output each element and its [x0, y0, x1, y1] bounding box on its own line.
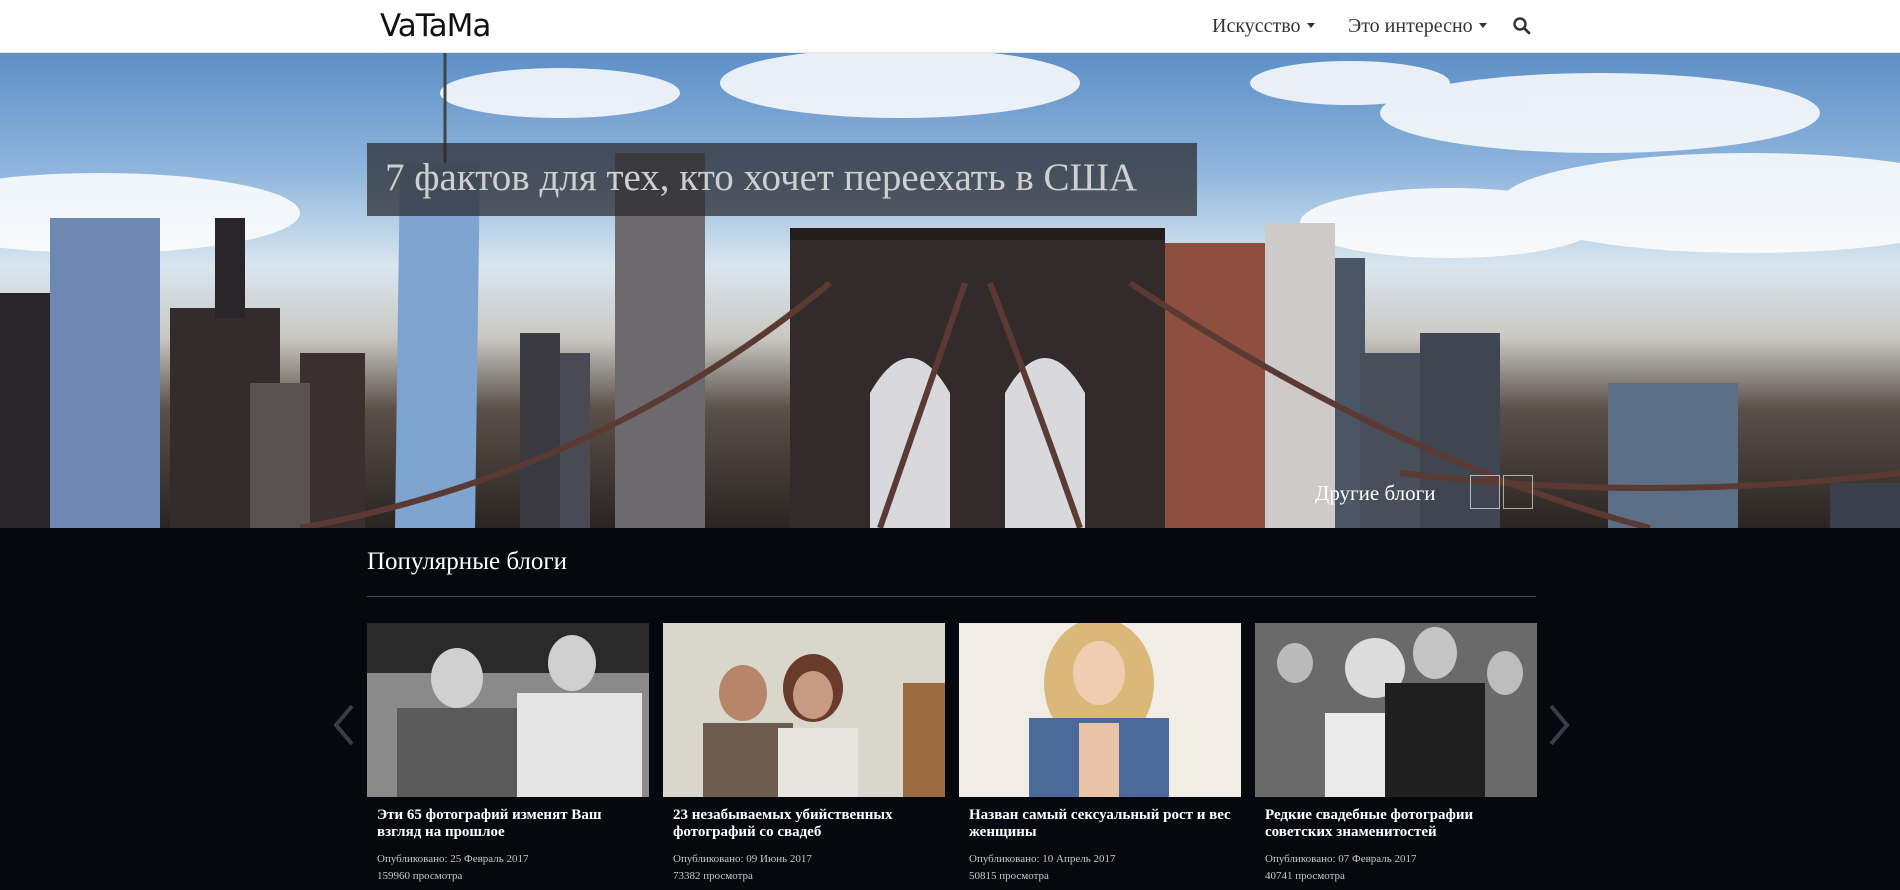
chevron-left-icon[interactable]: [330, 700, 360, 750]
blog-card-image[interactable]: [367, 623, 649, 797]
blog-card-views: 40741 просмотра: [1265, 870, 1345, 882]
site-logo[interactable]: VaTaMa: [380, 8, 491, 44]
blog-card-views: 159960 просмотра: [377, 870, 463, 882]
hero-title[interactable]: 7 фактов для тех, кто хочет переехать в …: [385, 155, 1137, 200]
divider: [367, 596, 1536, 597]
chevron-down-icon: [1478, 22, 1487, 28]
nav-item-art-label: Искусство: [1212, 15, 1301, 37]
blog-card-image[interactable]: [1255, 623, 1537, 797]
nav-item-interesting-label: Это интересно: [1348, 15, 1473, 37]
blog-card-title[interactable]: Назван самый сексуальный рост и вес женщ…: [969, 807, 1231, 841]
other-blogs-link[interactable]: Другие блоги: [1315, 481, 1435, 506]
blog-card[interactable]: Назван самый сексуальный рост и вес женщ…: [959, 623, 1241, 885]
blog-card[interactable]: Эти 65 фотографий изменят Ваш взгляд на …: [367, 623, 649, 885]
blog-card[interactable]: Редкие свадебные фотографии советских зн…: [1255, 623, 1537, 885]
hero-title-box[interactable]: 7 фактов для тех, кто хочет переехать в …: [367, 143, 1197, 216]
nav-item-interesting[interactable]: Это интересно: [1348, 15, 1487, 38]
hero-banner[interactable]: 7 фактов для тех, кто хочет переехать в …: [0, 53, 1900, 528]
blog-card-published: Опубликовано: 10 Апрель 2017: [969, 853, 1116, 865]
chevron-right-icon[interactable]: [1543, 700, 1573, 750]
hero-image: [0, 53, 1900, 528]
site-header: VaTaMa Искусство Это интересно: [0, 0, 1900, 53]
section-title: Популярные блоги: [367, 548, 568, 575]
blog-card-image[interactable]: [663, 623, 945, 797]
hero-next-button[interactable]: [1503, 475, 1533, 509]
blog-card-title[interactable]: 23 незабываемых убийственных фотографий …: [673, 807, 935, 841]
blog-card-image[interactable]: [959, 623, 1241, 797]
blog-card-title[interactable]: Эти 65 фотографий изменят Ваш взгляд на …: [377, 807, 639, 841]
chevron-down-icon: [1306, 22, 1315, 28]
blog-card-title[interactable]: Редкие свадебные фотографии советских зн…: [1265, 807, 1527, 841]
blog-card-published: Опубликовано: 09 Июнь 2017: [673, 853, 812, 865]
blog-card-views: 73382 просмотра: [673, 870, 753, 882]
search-icon[interactable]: [1512, 16, 1532, 36]
blog-card-views: 50815 просмотра: [969, 870, 1049, 882]
blog-card-published: Опубликовано: 07 Февраль 2017: [1265, 853, 1417, 865]
blog-card[interactable]: 23 незабываемых убийственных фотографий …: [663, 623, 945, 885]
nav-item-art[interactable]: Искусство: [1212, 15, 1315, 38]
hero-prev-button[interactable]: [1470, 475, 1500, 509]
popular-blogs-section: Популярные блоги Эти 65 фотографий измен…: [0, 528, 1900, 890]
blog-card-published: Опубликовано: 25 Февраль 2017: [377, 853, 529, 865]
